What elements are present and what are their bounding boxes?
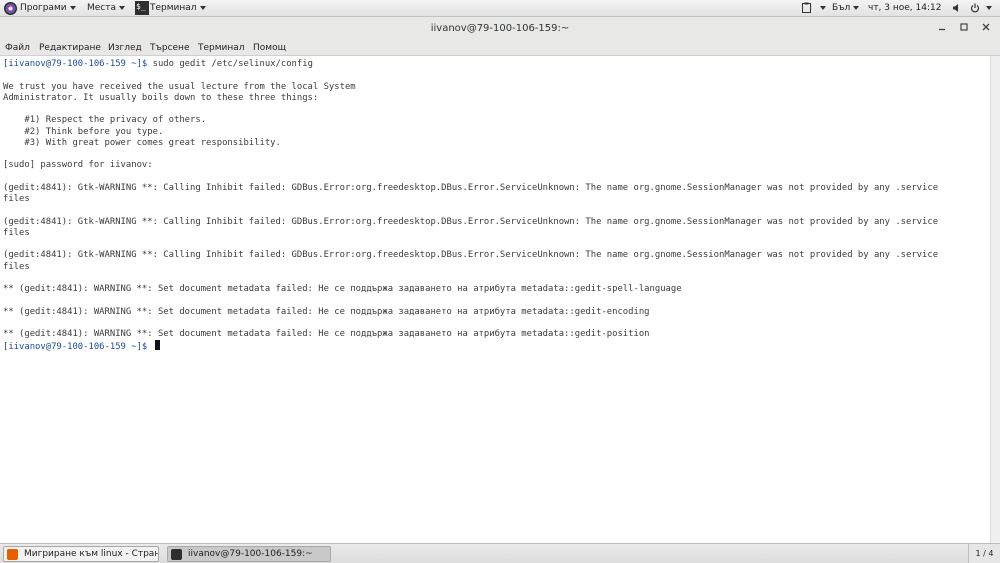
- terminal-line: (gedit:4841): Gtk-WARNING **: Calling In…: [3, 183, 990, 194]
- terminal-output[interactable]: [iivanov@79-100-106-159 ~]$ sudo gedit /…: [0, 56, 990, 543]
- taskbar-item-browser[interactable]: Мигриране към linux - Страни…: [3, 546, 159, 562]
- chevron-down-icon: [985, 5, 992, 10]
- programs-menu[interactable]: Програми: [20, 0, 76, 17]
- terminal-line: Administrator. It usually boils down to …: [3, 93, 990, 104]
- keyboard-layout-label: Бъл: [832, 3, 851, 13]
- terminal-line-text: files: [3, 261, 30, 272]
- terminal-line: (gedit:4841): Gtk-WARNING **: Calling In…: [3, 250, 990, 261]
- places-menu-label: Места: [87, 3, 117, 13]
- terminal-line-text: (gedit:4841): Gtk-WARNING **: Calling In…: [3, 250, 939, 261]
- clock-label: чт, 3 ное, 14:12: [868, 3, 942, 13]
- terminal-line: [iivanov@79-100-106-159 ~]$: [3, 340, 990, 353]
- terminal-line-text: ** (gedit:4841): WARNING **: Set documen…: [3, 284, 682, 294]
- chevron-down-icon: [69, 5, 76, 10]
- terminal-line-text: #2) Think before you type.: [3, 126, 164, 137]
- terminal-line-text: ** (gedit:4841): WARNING **: Set documen…: [3, 329, 650, 339]
- terminal-line: #2) Think before you type.: [3, 127, 990, 138]
- terminal-line: #1) Respect the privacy of others.: [3, 115, 990, 126]
- terminal-line: [sudo] password for iivanov:: [3, 160, 990, 171]
- terminal-line: ** (gedit:4841): WARNING **: Set documen…: [3, 329, 990, 340]
- terminal-line-text: ** (gedit:4841): WARNING **: Set documen…: [3, 306, 650, 317]
- terminal-app-icon: $_: [135, 1, 149, 15]
- chevron-down-icon: [853, 5, 860, 10]
- menu-terminal[interactable]: Терминал: [198, 41, 245, 56]
- keyboard-layout-arrow[interactable]: [817, 0, 826, 17]
- menu-file[interactable]: Файл: [5, 41, 30, 56]
- terminal-line: files: [3, 228, 990, 239]
- terminal-line-text: [sudo] password for iivanov:: [3, 160, 153, 171]
- firefox-icon: [7, 549, 18, 560]
- workspace-switcher[interactable]: 1 / 4: [968, 544, 1000, 563]
- terminal-line-text: sudo gedit /etc/selinux/config: [147, 59, 313, 69]
- taskbar-item-label: iivanov@79-100-106-159:~: [188, 549, 313, 559]
- terminal-line: ** (gedit:4841): WARNING **: Set documen…: [3, 284, 990, 295]
- terminal-line: (gedit:4841): Gtk-WARNING **: Calling In…: [3, 217, 990, 228]
- places-menu[interactable]: Места: [87, 0, 126, 17]
- terminal-line-text: files: [3, 194, 30, 204]
- terminal-line-text: (gedit:4841): Gtk-WARNING **: Calling In…: [3, 182, 939, 193]
- menu-view[interactable]: Изглед: [108, 41, 142, 56]
- minimize-icon[interactable]: [935, 22, 949, 36]
- chevron-down-icon: [820, 5, 826, 10]
- chevron-down-icon: [119, 5, 126, 10]
- workspace-label: 1 / 4: [975, 549, 994, 558]
- terminal-line-text: #3) With great power comes great respons…: [3, 137, 281, 148]
- chevron-down-icon: [199, 5, 206, 10]
- taskbar-item-terminal[interactable]: iivanov@79-100-106-159:~: [167, 546, 331, 562]
- taskbar-item-label: Мигриране към linux - Страни…: [24, 549, 158, 559]
- terminal-line: ** (gedit:4841): WARNING **: Set documen…: [3, 307, 990, 318]
- top-panel: Програми Места $_ Терминал Бъл чт, 3 ное…: [0, 0, 1000, 17]
- keyboard-layout-indicator[interactable]: Бъл: [832, 0, 860, 17]
- terminal-line-text: (gedit:4841): Gtk-WARNING **: Calling In…: [3, 216, 939, 227]
- clock[interactable]: чт, 3 ное, 14:12: [868, 0, 941, 17]
- window-title: iivanov@79-100-106-159:~: [430, 23, 570, 34]
- shell-prompt: [iivanov@79-100-106-159 ~]$: [3, 59, 148, 69]
- power-icon[interactable]: [970, 0, 992, 17]
- terminal-line: #3) With great power comes great respons…: [3, 138, 990, 149]
- shell-prompt: [iivanov@79-100-106-159 ~]$: [3, 342, 148, 353]
- terminal-line-text: Administrator. It usually boils down to …: [3, 92, 319, 103]
- text-cursor: [154, 340, 160, 351]
- bottom-panel: Мигриране към linux - Страни… iivanov@79…: [0, 543, 1000, 563]
- programs-menu-label: Програми: [20, 3, 67, 13]
- terminal-icon: [171, 549, 182, 560]
- volume-icon[interactable]: [952, 0, 962, 17]
- menu-edit[interactable]: Редактиране: [39, 41, 101, 56]
- menu-search[interactable]: Търсене: [150, 41, 189, 56]
- terminal-line-text: [147, 342, 152, 352]
- terminal-line: files: [3, 262, 990, 273]
- applications-logo-icon[interactable]: [4, 2, 17, 15]
- window-title-bar[interactable]: iivanov@79-100-106-159:~: [0, 17, 1000, 41]
- terminal-line: [iivanov@79-100-106-159 ~]$ sudo gedit /…: [3, 59, 990, 70]
- menu-bar: Файл Редактиране Изглед Търсене Терминал…: [0, 41, 1000, 56]
- clipboard-icon[interactable]: [802, 0, 811, 17]
- terminal-app-menu-label: Терминал: [150, 3, 197, 13]
- maximize-icon[interactable]: [957, 22, 971, 36]
- terminal-line-text: #1) Respect the privacy of others.: [3, 115, 207, 126]
- terminal-line-text: files: [3, 227, 30, 238]
- terminal-app-menu[interactable]: Терминал: [150, 0, 206, 17]
- terminal-scrollbar[interactable]: [990, 56, 1000, 543]
- terminal-line: We trust you have received the usual lec…: [3, 82, 990, 93]
- menu-help[interactable]: Помощ: [253, 41, 286, 56]
- close-icon[interactable]: [979, 22, 993, 36]
- terminal-line: files: [3, 194, 990, 205]
- terminal-line-text: We trust you have received the usual lec…: [3, 81, 356, 92]
